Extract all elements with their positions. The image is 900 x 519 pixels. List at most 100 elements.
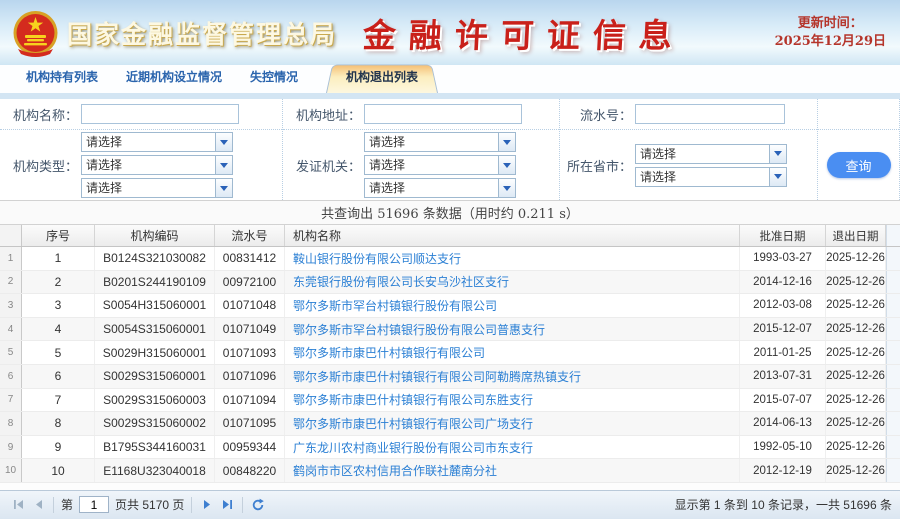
institution-name-label: 机构名称：: [0, 105, 78, 124]
province-city-label: 所在省市：: [560, 156, 632, 175]
row-institution-code: E1168U323040018: [95, 459, 215, 482]
institution-name-link[interactable]: 鄂尔多斯市康巴什村镇银行有限公司阿勒腾席热镇支行: [293, 368, 581, 385]
row-approval-date: 2011-01-25: [740, 341, 826, 364]
table-row: 2 2 B0201S244190109 00972100 东莞银行股份有限公司长…: [0, 271, 900, 295]
scrollbar-track[interactable]: [886, 459, 900, 482]
institution-address-input[interactable]: [364, 104, 522, 124]
search-button[interactable]: 查询: [827, 152, 891, 178]
scrollbar-track[interactable]: [886, 271, 900, 294]
tab-institution-exit-list[interactable]: 机构退出列表: [326, 61, 438, 93]
row-approval-date: 2014-06-13: [740, 412, 826, 435]
gutter-header: [0, 225, 22, 246]
row-approval-date: 1992-05-10: [740, 436, 826, 459]
row-approval-date: 2013-07-31: [740, 365, 826, 388]
scrollbar-track[interactable]: [886, 318, 900, 341]
scrollbar-track[interactable]: [886, 225, 900, 246]
row-institution-code: B1795S344160031: [95, 436, 215, 459]
serial-number-input[interactable]: [635, 104, 785, 124]
table-row: 5 5 S0029H315060001 01071093 鄂尔多斯市康巴什村镇银…: [0, 341, 900, 365]
tab-recent-establishment[interactable]: 近期机构设立情况: [112, 61, 236, 93]
institution-name-input[interactable]: [81, 104, 239, 124]
row-gutter-number: 1: [0, 247, 22, 270]
institution-name-link[interactable]: 鄂尔多斯市罕台村镇银行股份有限公司: [293, 297, 497, 314]
row-serial-no: 6: [22, 365, 95, 388]
row-exit-date: 2025-12-26: [826, 271, 886, 294]
row-gutter-number: 8: [0, 412, 22, 435]
page-label-prefix: 第: [61, 496, 73, 513]
row-flow-no: 00848220: [215, 459, 285, 482]
institution-address-label: 机构地址：: [283, 105, 361, 124]
scrollbar-track[interactable]: [886, 436, 900, 459]
city-select[interactable]: 请选择: [635, 167, 787, 187]
issuing-authority-select-2[interactable]: 请选择: [364, 155, 516, 175]
row-exit-date: 2025-12-26: [826, 318, 886, 341]
row-serial-no: 5: [22, 341, 95, 364]
row-gutter-number: 5: [0, 341, 22, 364]
issuing-authority-select-1[interactable]: 请选择: [364, 132, 516, 152]
scrollbar-track[interactable]: [886, 412, 900, 435]
row-approval-date: 1993-03-27: [740, 247, 826, 270]
institution-name-link[interactable]: 东莞银行股份有限公司长安乌沙社区支行: [293, 273, 509, 290]
table-row: 10 10 E1168U323040018 00848220 鹤岗市市区农村信用…: [0, 459, 900, 483]
institution-name-link[interactable]: 鄂尔多斯市罕台村镇银行股份有限公司普惠支行: [293, 321, 545, 338]
national-emblem-icon: [12, 9, 59, 59]
institution-name-link[interactable]: 广东龙川农村商业银行股份有限公司市东支行: [293, 439, 533, 456]
table-row: 8 8 S0029S315060002 01071095 鄂尔多斯市康巴什村镇银…: [0, 412, 900, 436]
institution-type-label: 机构类型：: [0, 156, 78, 175]
chevron-down-icon: [215, 133, 232, 151]
institution-type-select-2[interactable]: 请选择: [81, 155, 233, 175]
tab-loss-of-control[interactable]: 失控情况: [236, 61, 312, 93]
page-number-input[interactable]: [79, 496, 109, 513]
row-gutter-number: 3: [0, 294, 22, 317]
row-gutter-number: 9: [0, 436, 22, 459]
refresh-button[interactable]: [249, 496, 267, 514]
row-exit-date: 2025-12-26: [826, 341, 886, 364]
row-flow-no: 01071095: [215, 412, 285, 435]
scrollbar-track[interactable]: [886, 365, 900, 388]
institution-name-link[interactable]: 鹤岗市市区农村信用合作联社麓南分社: [293, 462, 497, 479]
institution-type-select-1[interactable]: 请选择: [81, 132, 233, 152]
next-page-button[interactable]: [198, 496, 216, 514]
row-exit-date: 2025-12-26: [826, 247, 886, 270]
row-institution-code: S0054H315060001: [95, 294, 215, 317]
row-flow-no: 01071094: [215, 389, 285, 412]
serial-number-label: 流水号：: [560, 105, 632, 124]
institution-type-select-3[interactable]: 请选择: [81, 178, 233, 198]
row-approval-date: 2015-12-07: [740, 318, 826, 341]
separator: [191, 497, 192, 513]
col-exit-date: 退出日期: [826, 225, 886, 246]
tab-institution-holding-list[interactable]: 机构持有列表: [12, 61, 112, 93]
row-flow-no: 00959344: [215, 436, 285, 459]
institution-name-link[interactable]: 鄂尔多斯市康巴什村镇银行有限公司东胜支行: [293, 391, 533, 408]
institution-name-link[interactable]: 鄂尔多斯市康巴什村镇银行有限公司广场支行: [293, 415, 533, 432]
update-time-value: 2025年12月29日: [775, 33, 886, 51]
issuing-authority-select-3[interactable]: 请选择: [364, 178, 516, 198]
chevron-down-icon: [215, 179, 232, 197]
scrollbar-track[interactable]: [886, 247, 900, 270]
chevron-down-icon: [498, 179, 515, 197]
province-select[interactable]: 请选择: [635, 144, 787, 164]
col-flow-no: 流水号: [215, 225, 285, 246]
scrollbar-track[interactable]: [886, 294, 900, 317]
first-page-button[interactable]: [9, 496, 27, 514]
row-flow-no: 01071096: [215, 365, 285, 388]
row-approval-date: 2015-07-07: [740, 389, 826, 412]
scrollbar-track[interactable]: [886, 341, 900, 364]
table-row: 4 4 S0054S315060001 01071049 鄂尔多斯市罕台村镇银行…: [0, 318, 900, 342]
row-serial-no: 3: [22, 294, 95, 317]
row-serial-no: 8: [22, 412, 95, 435]
row-institution-code: S0029S315060001: [95, 365, 215, 388]
col-approval-date: 批准日期: [740, 225, 826, 246]
financial-license-page: 国家金融监督管理总局 金融许可证信息 更新时间： 2025年12月29日 机构持…: [0, 0, 900, 519]
institution-name-link[interactable]: 鞍山银行股份有限公司顺达支行: [293, 250, 461, 267]
col-institution-name: 机构名称: [285, 225, 740, 246]
institution-name-link[interactable]: 鄂尔多斯市康巴什村镇银行有限公司: [293, 344, 485, 361]
query-summary: 共查询出 51696 条数据（用时约 0.211 s）: [0, 200, 900, 225]
prev-page-button[interactable]: [29, 496, 47, 514]
scrollbar-track[interactable]: [886, 389, 900, 412]
row-institution-code: B0124S321030082: [95, 247, 215, 270]
row-institution-code: S0029S315060002: [95, 412, 215, 435]
col-institution-code: 机构编码: [95, 225, 215, 246]
last-page-button[interactable]: [218, 496, 236, 514]
row-exit-date: 2025-12-26: [826, 436, 886, 459]
